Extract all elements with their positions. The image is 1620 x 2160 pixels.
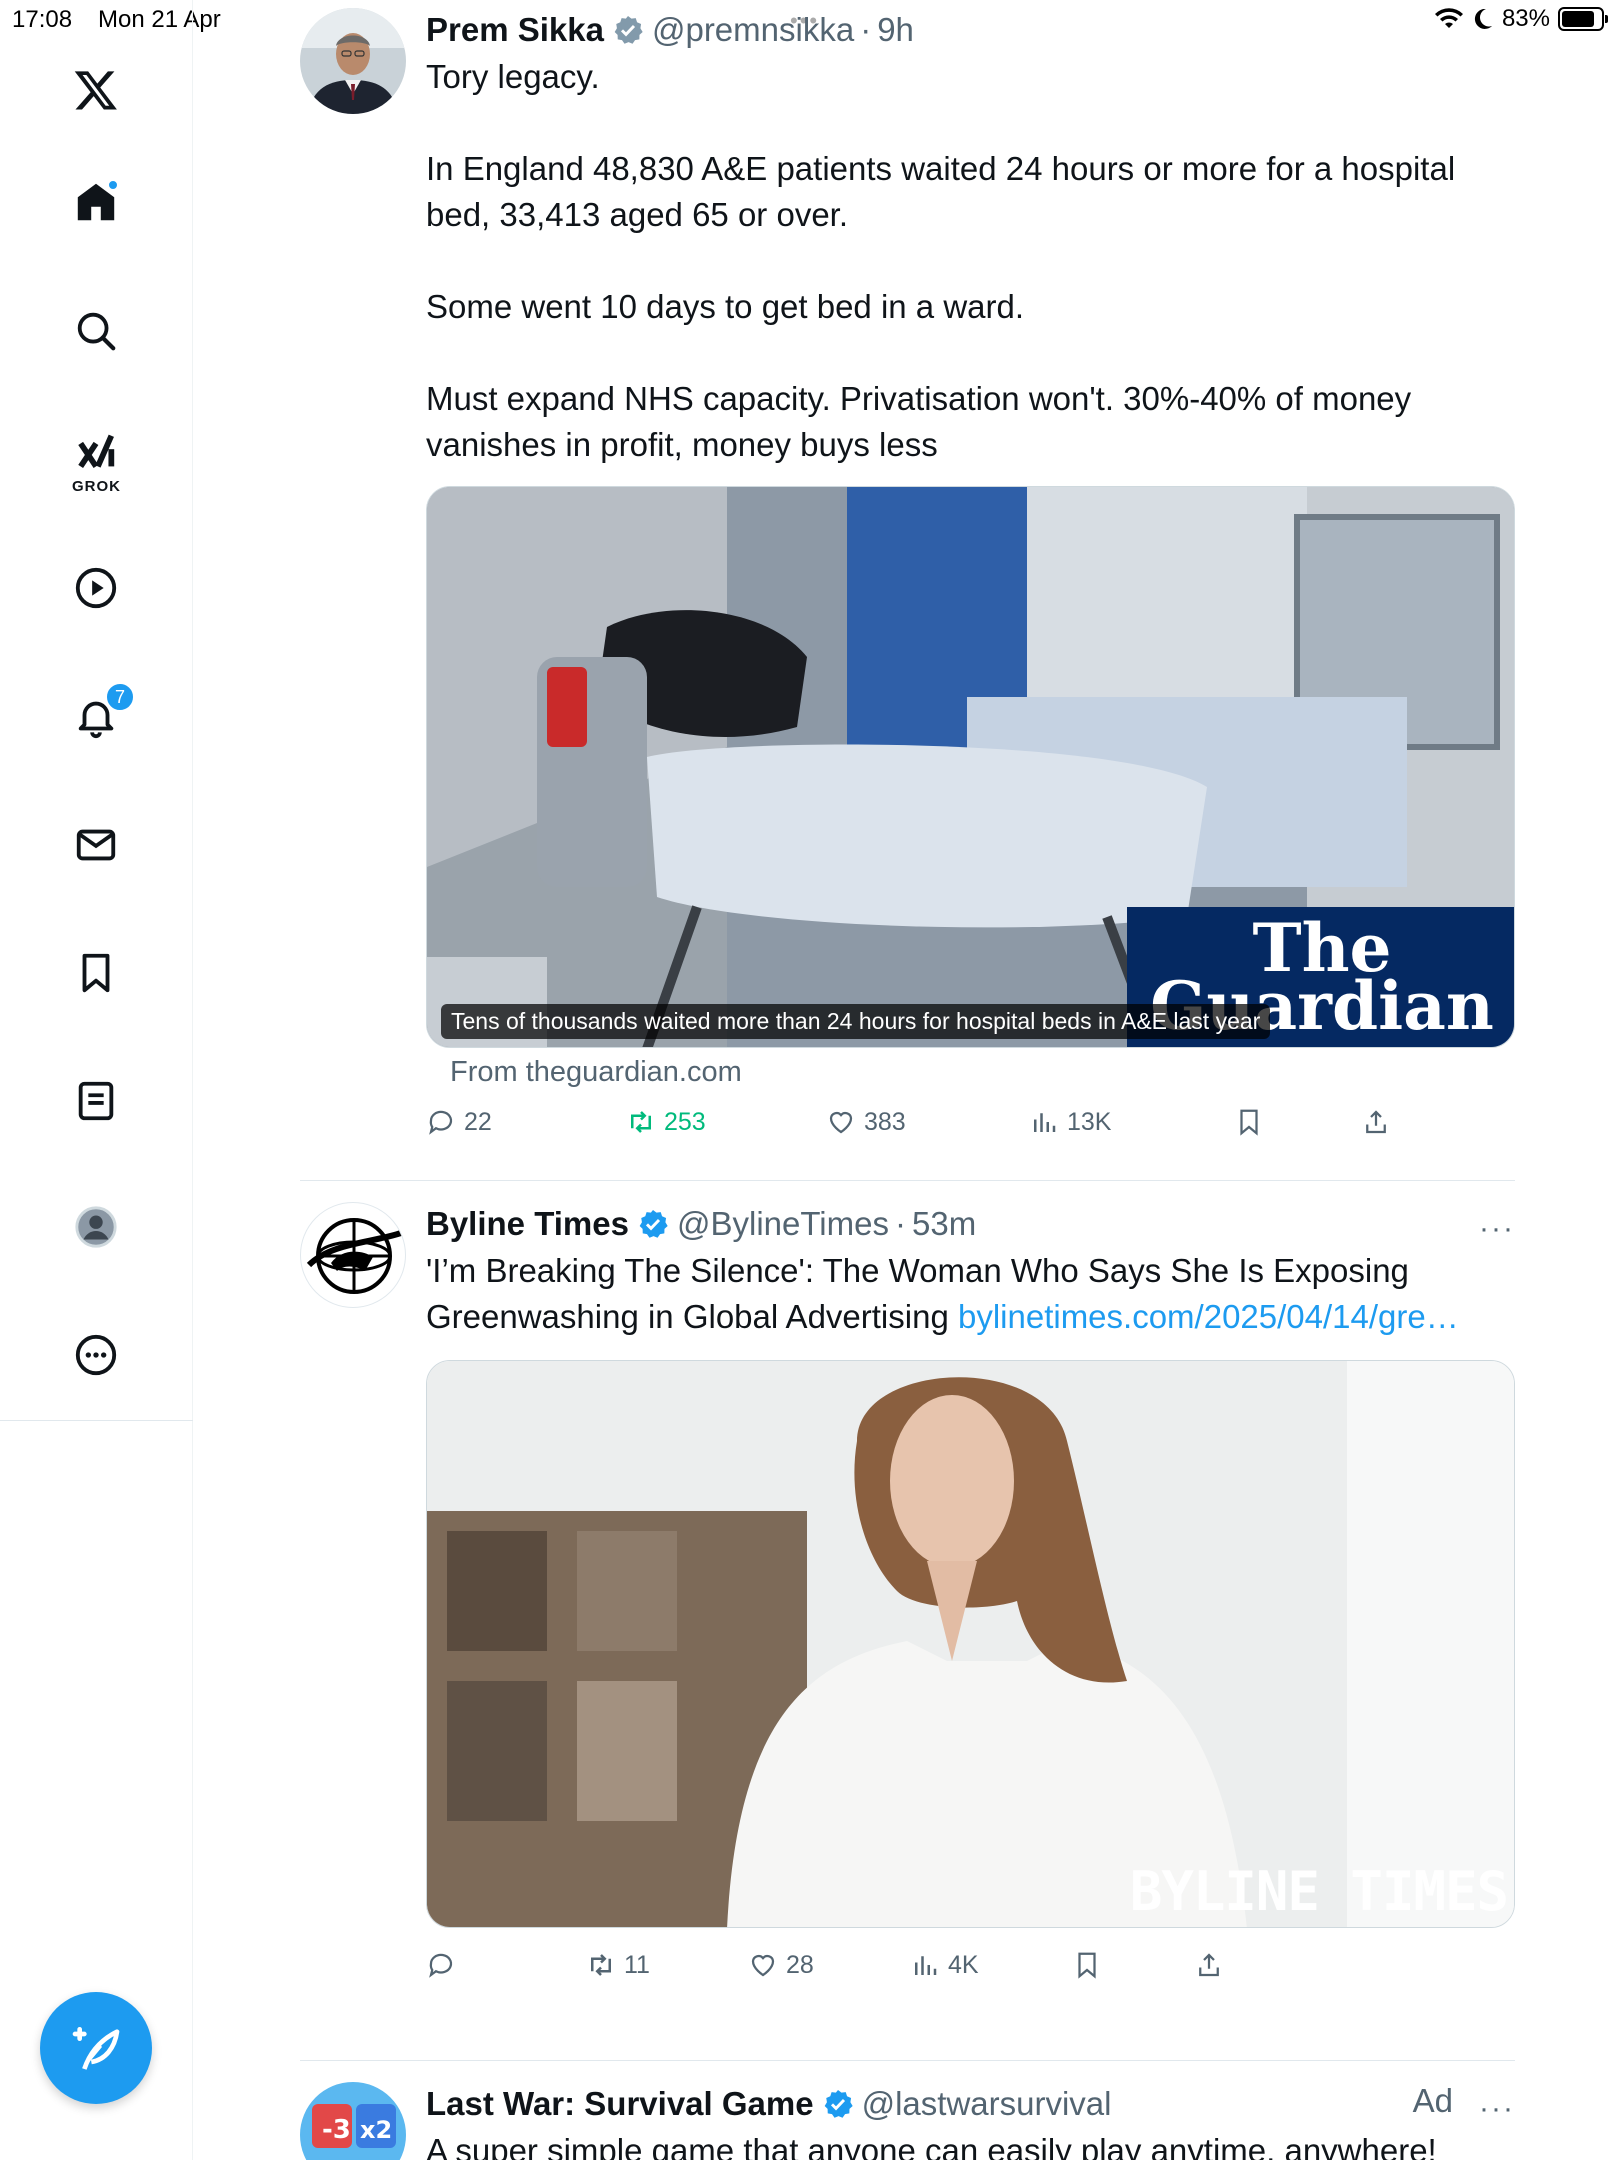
- lists-icon[interactable]: [71, 1076, 121, 1126]
- author-handle[interactable]: @BylineTimes: [677, 1202, 889, 1246]
- tweet-media-card[interactable]: The Guardian Tens of thousands waited mo…: [426, 486, 1515, 1048]
- reply-icon: [429, 1110, 453, 1135]
- share-icon: [1199, 1953, 1219, 1977]
- tweet-actions: 22 253 383 13K: [426, 1107, 1515, 1151]
- views-button[interactable]: 13K: [1029, 1107, 1111, 1137]
- views-count: 4K: [948, 1950, 979, 1979]
- tweet-link[interactable]: bylinetimes.com/2025/04/14/gre…: [958, 1298, 1459, 1335]
- reply-icon: [429, 1953, 453, 1978]
- more-options-button[interactable]: ···: [1479, 2092, 1515, 2126]
- tweet-divider: [300, 1180, 1515, 1181]
- tweet-text: A super simple game that anyone can easi…: [426, 2132, 1437, 2160]
- svg-text:-3: -3: [322, 2115, 351, 2145]
- retweet-count: 11: [624, 1950, 650, 1979]
- retweet-icon: [631, 1111, 651, 1133]
- bookmark-button[interactable]: [1072, 1950, 1102, 1980]
- share-button[interactable]: [1361, 1107, 1391, 1137]
- avatar[interactable]: [300, 1202, 406, 1308]
- bookmarks-icon[interactable]: [71, 948, 121, 998]
- heart-icon: [829, 1111, 853, 1134]
- tweet-text: Tory legacy. In England 48,830 A&E patie…: [426, 58, 1456, 463]
- grok-label: GROK: [72, 478, 121, 495]
- grok-icon[interactable]: [71, 428, 121, 478]
- tweet-header: Last War: Survival Game @lastwarsurvival: [426, 2082, 1515, 2126]
- ad-label: Ad: [1412, 2082, 1453, 2119]
- bookmark-icon: [1078, 1952, 1096, 1979]
- separator-dot: ·: [860, 11, 872, 48]
- retweet-button[interactable]: 11: [586, 1950, 650, 1980]
- more-options-button[interactable]: ···: [1479, 1212, 1515, 1246]
- bookmark-icon: [1240, 1109, 1258, 1136]
- reply-count: 22: [464, 1107, 492, 1136]
- retweet-count: 253: [664, 1107, 706, 1136]
- tweet[interactable]: Byline Times @BylineTimes · 53m ··· 'I’m…: [300, 1202, 1515, 2042]
- battery-icon: [1558, 7, 1608, 31]
- tweet-divider: [300, 2060, 1515, 2061]
- retweet-button[interactable]: 253: [626, 1107, 706, 1137]
- like-count: 383: [864, 1107, 906, 1136]
- messages-icon[interactable]: [71, 820, 121, 870]
- views-chart-icon: [915, 1956, 937, 1975]
- tweet[interactable]: Prem Sikka @premnsikka · 9h Tory legacy.…: [300, 8, 1515, 1173]
- verified-grey-icon: [614, 16, 643, 44]
- tweet-media-card[interactable]: BYLINE TIMES: [426, 1360, 1515, 1928]
- author-name[interactable]: Prem Sikka: [426, 8, 604, 52]
- author-name[interactable]: Last War: Survival Game: [426, 2082, 814, 2126]
- like-button[interactable]: 383: [826, 1107, 906, 1137]
- verified-blue-icon: [824, 2090, 853, 2118]
- tweet-ad[interactable]: -3 x2 Last War: Survival Game @lastwarsu…: [300, 2082, 1515, 2160]
- tweet-actions: 11 28 4K: [426, 1950, 1515, 1994]
- verified-blue-icon: [639, 1210, 668, 1238]
- avatar[interactable]: -3 x2: [300, 2082, 406, 2160]
- x-logo-icon[interactable]: [71, 65, 121, 115]
- byline-watermark: BYLINE TIMES: [1129, 1860, 1509, 1923]
- tweet-header: Byline Times @BylineTimes · 53m: [426, 1202, 1515, 1246]
- views-count: 13K: [1067, 1107, 1112, 1136]
- tweet-header: Prem Sikka @premnsikka · 9h: [426, 8, 1515, 52]
- home-new-dot: [107, 179, 119, 191]
- bookmark-button[interactable]: [1234, 1107, 1264, 1137]
- svg-text:x2: x2: [360, 2116, 392, 2144]
- link-source[interactable]: From theguardian.com: [450, 1056, 1515, 1089]
- share-button[interactable]: [1194, 1950, 1224, 1980]
- author-name[interactable]: Byline Times: [426, 1202, 629, 1246]
- tweet-time[interactable]: 9h: [877, 8, 914, 52]
- home-icon[interactable]: [71, 177, 121, 227]
- views-chart-icon: [1034, 1113, 1056, 1132]
- retweet-icon: [591, 1954, 611, 1976]
- search-icon[interactable]: [71, 306, 121, 356]
- media-caption: Tens of thousands waited more than 24 ho…: [441, 1004, 1271, 1039]
- notifications-badge: 7: [105, 682, 135, 712]
- video-icon[interactable]: [71, 563, 121, 613]
- notifications-icon[interactable]: 7: [71, 682, 135, 742]
- like-button[interactable]: 28: [748, 1950, 814, 1980]
- tweet-time[interactable]: 53m: [912, 1202, 976, 1246]
- author-handle[interactable]: @lastwarsurvival: [862, 2082, 1112, 2126]
- more-options-icon[interactable]: [71, 1330, 121, 1380]
- compose-feather-icon: [72, 2027, 120, 2070]
- compose-button[interactable]: [40, 1992, 152, 2104]
- separator-dot: ·: [894, 1205, 906, 1242]
- views-button[interactable]: 4K: [910, 1950, 979, 1980]
- reply-button[interactable]: [426, 1950, 464, 1980]
- profile-avatar-icon[interactable]: [71, 1202, 121, 1252]
- tweet-text: 'I’m Breaking The Silence': The Woman Wh…: [426, 1252, 1459, 1335]
- author-handle[interactable]: @premnsikka: [652, 8, 854, 52]
- like-count: 28: [786, 1950, 814, 1979]
- reply-button[interactable]: 22: [426, 1107, 492, 1137]
- sidebar-divider: [0, 1420, 193, 1421]
- sidebar: GROK 7: [0, 0, 193, 2160]
- avatar[interactable]: [300, 8, 406, 114]
- heart-icon: [751, 1954, 775, 1977]
- woman-portrait-image: [427, 1361, 1514, 1927]
- share-icon: [1366, 1110, 1386, 1134]
